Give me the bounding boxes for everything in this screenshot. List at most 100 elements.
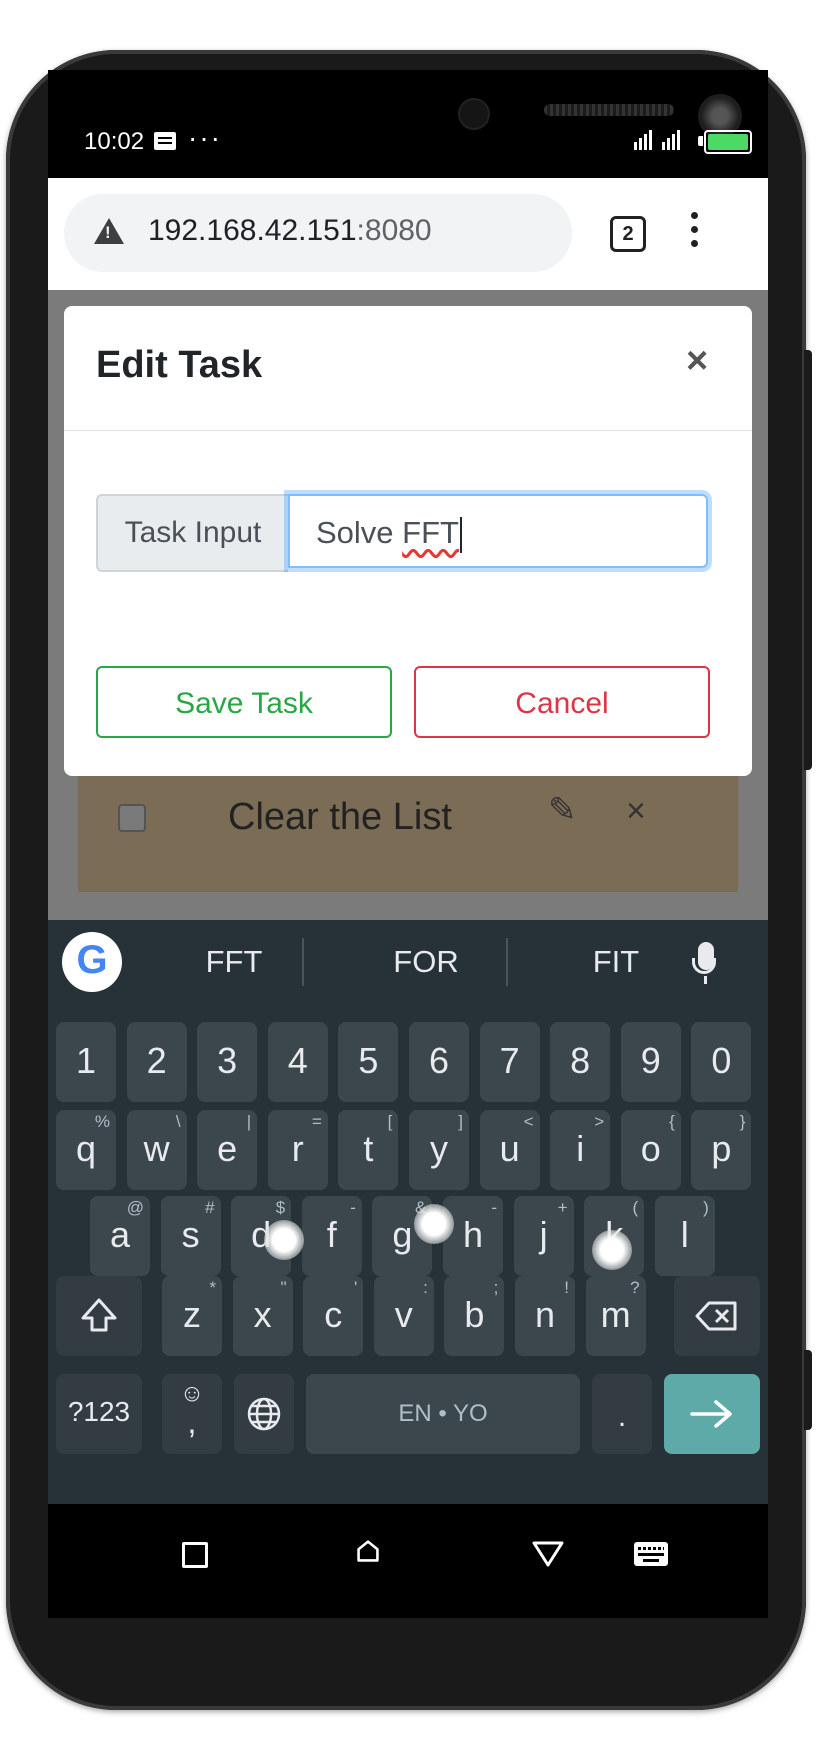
period-label: . <box>617 1400 627 1433</box>
key-e-label: e <box>217 1128 238 1169</box>
address-bar[interactable]: 192.168.42.151:8080 <box>64 194 572 272</box>
key-q[interactable]: q% <box>56 1110 116 1190</box>
modal-header: Edit Task × <box>64 306 752 431</box>
not-secure-warning-icon[interactable] <box>94 218 124 244</box>
key-f[interactable]: f- <box>301 1196 362 1276</box>
key-e[interactable]: e | <box>197 1110 258 1190</box>
key-2[interactable]: 2 <box>126 1022 187 1102</box>
list-item-title: Clear the List <box>228 796 452 838</box>
key-w-label: w <box>143 1128 170 1169</box>
key-a-label: a <box>109 1214 131 1255</box>
tab-switcher-button[interactable]: 2 <box>610 216 646 252</box>
message-notification-icon <box>154 132 176 150</box>
url-text: 192.168.42.151:8080 <box>148 214 432 248</box>
key-l[interactable]: l) <box>654 1196 715 1276</box>
suggestion-2[interactable]: FOR <box>366 944 486 980</box>
key-t[interactable]: t[ <box>338 1110 399 1190</box>
save-task-button[interactable]: Save Task <box>96 666 392 738</box>
space-key[interactable]: EN • YO <box>306 1374 580 1454</box>
key-x-alt-label: " <box>280 1278 287 1297</box>
key-8[interactable]: 8 <box>550 1022 611 1102</box>
key-o-alt-label: { <box>669 1112 675 1131</box>
recent-apps-button[interactable] <box>182 1542 208 1568</box>
key-s[interactable]: s # <box>160 1196 221 1276</box>
symbols-key[interactable]: ?123 <box>56 1374 142 1454</box>
key-x[interactable]: x " <box>232 1276 293 1356</box>
key-1-label: 1 <box>75 1040 97 1081</box>
key-q-alt-label: % <box>94 1112 110 1131</box>
shift-key[interactable] <box>56 1276 142 1356</box>
enter-key[interactable] <box>664 1374 760 1454</box>
battery-icon <box>704 130 752 154</box>
key-b-label: b <box>464 1294 485 1335</box>
modal-close-button[interactable]: × <box>686 340 708 383</box>
key-w[interactable]: w \ <box>126 1110 187 1190</box>
key-c[interactable]: c ' <box>303 1276 364 1356</box>
key-7-label: 7 <box>499 1040 520 1081</box>
key-1[interactable]: 1 <box>56 1022 116 1102</box>
arrow-right-icon <box>690 1400 732 1428</box>
key-y-label: y <box>430 1128 448 1169</box>
microphone-icon[interactable] <box>692 942 716 984</box>
key-s-label: s <box>181 1214 200 1255</box>
more-notifications-icon: ··· <box>188 122 222 153</box>
cancel-button[interactable]: Cancel <box>414 666 710 738</box>
key-c-label: c <box>324 1294 343 1335</box>
key-u[interactable]: u < <box>479 1110 540 1190</box>
period-key[interactable]: . <box>592 1374 652 1454</box>
key-6[interactable]: 6 <box>409 1022 469 1102</box>
back-button[interactable] <box>532 1540 564 1568</box>
key-f-label: f <box>326 1214 337 1255</box>
key-r-alt-label: = <box>311 1112 322 1131</box>
key-i[interactable]: i > <box>550 1110 611 1190</box>
key-5[interactable]: 5 <box>338 1022 399 1102</box>
battery-tip <box>698 136 703 146</box>
key-n[interactable]: n! <box>515 1276 575 1356</box>
key-7[interactable]: 7 <box>479 1022 540 1102</box>
backspace-key[interactable] <box>674 1276 760 1356</box>
key-c-alt-label: ' <box>353 1278 358 1297</box>
browser-toolbar: 192.168.42.151:8080 2 <box>48 178 768 290</box>
suggestion-1[interactable]: FFT <box>174 944 294 980</box>
key-3-label: 3 <box>217 1040 238 1081</box>
key-b[interactable]: b; <box>444 1276 505 1356</box>
key-y[interactable]: y] <box>409 1110 469 1190</box>
key-m-alt-label: ? <box>630 1278 640 1297</box>
key-3[interactable]: 3 <box>197 1022 258 1102</box>
comma-label: , <box>187 1404 197 1440</box>
language-key[interactable] <box>234 1374 294 1454</box>
key-j[interactable]: j + <box>513 1196 574 1276</box>
task-input-label: Task Input <box>96 494 288 572</box>
suggestion-3[interactable]: FIT <box>556 944 676 980</box>
emoji-comma-key[interactable]: ☺ , <box>162 1374 222 1454</box>
key-t-label: t <box>363 1128 374 1169</box>
key-0-label: 0 <box>711 1040 732 1081</box>
key-4[interactable]: 4 <box>267 1022 328 1102</box>
key-0[interactable]: 0 <box>691 1022 752 1102</box>
key-z[interactable]: z * <box>162 1276 222 1356</box>
earpiece-speaker <box>544 104 674 116</box>
google-logo-icon[interactable]: G <box>62 932 122 992</box>
key-o-label: o <box>640 1128 661 1169</box>
task-input-field[interactable]: Solve FFT <box>288 494 708 568</box>
browser-menu-icon[interactable] <box>688 212 700 256</box>
key-p[interactable]: p} <box>691 1110 752 1190</box>
key-m[interactable]: m? <box>585 1276 646 1356</box>
key-4-label: 4 <box>287 1040 308 1081</box>
key-o[interactable]: o{ <box>620 1110 681 1190</box>
pencil-icon[interactable]: ✎ <box>548 790 577 830</box>
close-icon[interactable]: × <box>626 792 646 831</box>
key-b-alt-label: ; <box>493 1278 499 1297</box>
list-item-checkbox[interactable] <box>118 804 146 832</box>
key-r[interactable]: r = <box>267 1110 328 1190</box>
key-v-label: v <box>394 1294 413 1335</box>
input-text-prefix: Solve <box>316 515 403 550</box>
key-9[interactable]: 9 <box>620 1022 681 1102</box>
key-v[interactable]: v: <box>373 1276 434 1356</box>
suggestion-strip: G FFT FOR FIT <box>48 920 768 1012</box>
space-key-label: EN • YO <box>398 1400 488 1427</box>
key-h[interactable]: h- <box>443 1196 503 1276</box>
home-button[interactable] <box>356 1538 380 1564</box>
keyboard-switch-icon[interactable] <box>634 1542 668 1566</box>
key-a[interactable]: a @ <box>90 1196 150 1276</box>
